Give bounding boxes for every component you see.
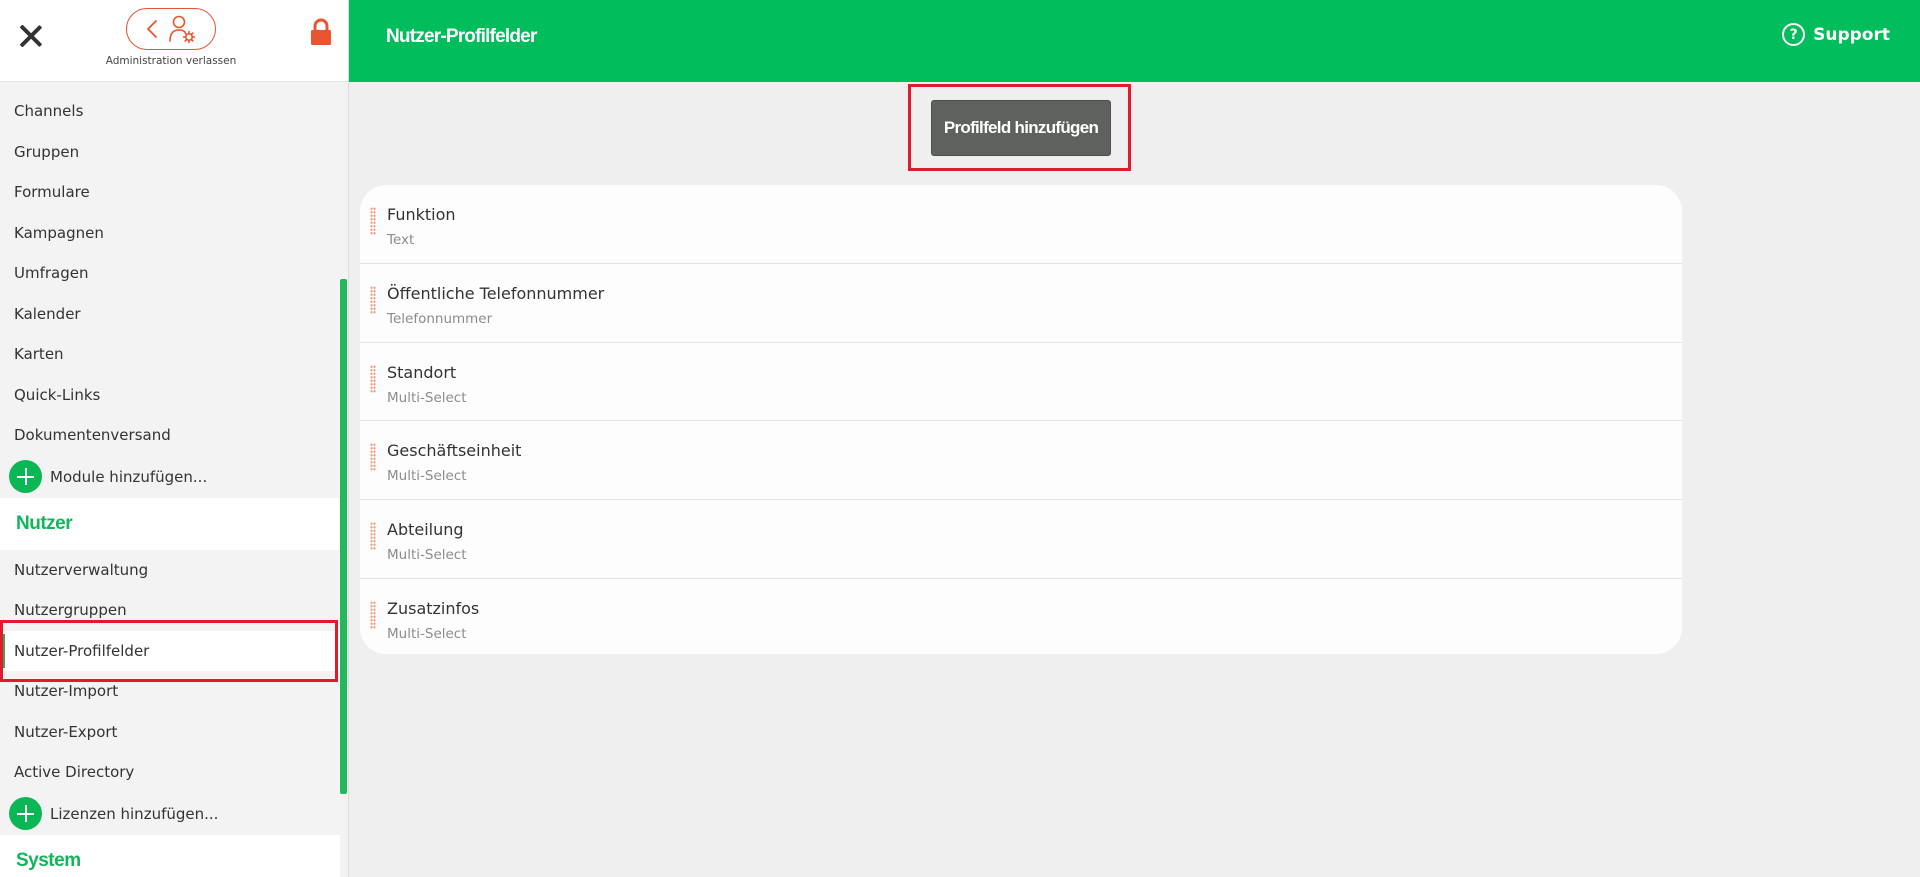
sidebar-item-nutzergruppen[interactable]: Nutzergruppen <box>0 590 340 631</box>
sidebar-item-gruppen[interactable]: Gruppen <box>0 132 340 173</box>
sidebar-item-quick-links[interactable]: Quick-Links <box>0 375 340 416</box>
sidebar: Administration verlassen Channels Gruppe… <box>0 0 349 877</box>
add-modules-button[interactable]: Module hinzufügen... <box>0 456 340 498</box>
sidebar-item-kampagnen[interactable]: Kampagnen <box>0 213 340 254</box>
section-title-system: System <box>0 834 340 877</box>
field-type: Multi-Select <box>387 625 467 642</box>
plus-circle-icon <box>9 797 42 830</box>
sidebar-scrollbar[interactable] <box>340 279 347 794</box>
help-icon: ? <box>1782 23 1806 46</box>
sidebar-item-nutzerverwaltung[interactable]: Nutzerverwaltung <box>0 550 340 591</box>
sidebar-item-dokumentenversand[interactable]: Dokumentenversand <box>0 415 340 456</box>
list-item[interactable]: Abteilung Multi-Select <box>360 500 1682 579</box>
sidebar-header: Administration verlassen <box>0 0 348 82</box>
drag-handle-icon[interactable] <box>370 443 376 472</box>
add-licenses-button[interactable]: Lizenzen hinzufügen... <box>0 793 340 835</box>
sidebar-item-formulare[interactable]: Formulare <box>0 172 340 213</box>
sidebar-nav: Channels Gruppen Formulare Kampagnen Umf… <box>0 91 340 877</box>
list-item[interactable]: Geschäftseinheit Multi-Select <box>360 421 1682 501</box>
top-header: Nutzer-Profilfelder ? Support <box>349 0 1920 82</box>
close-icon[interactable] <box>17 22 45 50</box>
list-item[interactable]: Standort Multi-Select <box>360 343 1682 422</box>
field-name: Abteilung <box>387 520 464 540</box>
support-label: Support <box>1813 24 1890 45</box>
profile-fields-list: Funktion Text Öffentliche Telefonnummer … <box>360 185 1682 654</box>
plus-circle-icon <box>9 460 42 493</box>
section-title-nutzer: Nutzer <box>0 497 340 550</box>
support-link[interactable]: ? Support <box>1782 23 1890 46</box>
field-name: Standort <box>387 362 457 382</box>
field-name: Zusatzinfos <box>387 598 480 618</box>
field-name: Öffentliche Telefonnummer <box>387 283 605 303</box>
user-group: Nutzerverwaltung Nutzergruppen Nutzer-Pr… <box>0 549 340 835</box>
sidebar-item-channels[interactable]: Channels <box>0 91 340 132</box>
drag-handle-icon[interactable] <box>370 364 376 393</box>
field-name: Funktion <box>387 205 456 224</box>
list-item[interactable]: Funktion Text <box>360 185 1682 264</box>
exit-admin-button[interactable] <box>126 8 216 50</box>
sidebar-item-kalender[interactable]: Kalender <box>0 294 340 335</box>
sidebar-item-nutzer-import[interactable]: Nutzer-Import <box>0 671 340 712</box>
field-type: Multi-Select <box>387 547 467 564</box>
drag-handle-icon[interactable] <box>370 600 376 629</box>
chevron-left-icon <box>147 20 157 38</box>
user-settings-icon <box>169 15 196 44</box>
field-type: Multi-Select <box>387 468 467 485</box>
add-licenses-label: Lizenzen hinzufügen... <box>50 804 219 823</box>
drag-handle-icon[interactable] <box>370 207 376 235</box>
list-item[interactable]: Öffentliche Telefonnummer Telefonnummer <box>360 264 1682 343</box>
field-name: Geschäftseinheit <box>387 441 522 461</box>
drag-handle-icon[interactable] <box>370 522 376 551</box>
sidebar-item-umfragen[interactable]: Umfragen <box>0 253 340 294</box>
sidebar-item-karten[interactable]: Karten <box>0 334 340 375</box>
field-type: Text <box>387 232 415 248</box>
field-type: Multi-Select <box>387 389 467 406</box>
add-profile-field-button[interactable]: Profilfeld hinzufügen <box>931 100 1111 156</box>
sidebar-item-active-directory[interactable]: Active Directory <box>0 752 340 793</box>
drag-handle-icon[interactable] <box>370 285 376 314</box>
modules-group: Channels Gruppen Formulare Kampagnen Umf… <box>0 91 340 498</box>
lock-icon[interactable] <box>310 18 332 46</box>
field-type: Telefonnummer <box>387 310 493 327</box>
add-modules-label: Module hinzufügen... <box>50 467 208 486</box>
exit-admin-label: Administration verlassen <box>105 55 237 67</box>
page-title: Nutzer-Profilfelder <box>386 26 537 47</box>
list-item[interactable]: Zusatzinfos Multi-Select <box>360 579 1682 654</box>
sidebar-item-nutzer-profilfelder[interactable]: Nutzer-Profilfelder <box>0 630 340 671</box>
sidebar-item-nutzer-export[interactable]: Nutzer-Export <box>0 712 340 753</box>
